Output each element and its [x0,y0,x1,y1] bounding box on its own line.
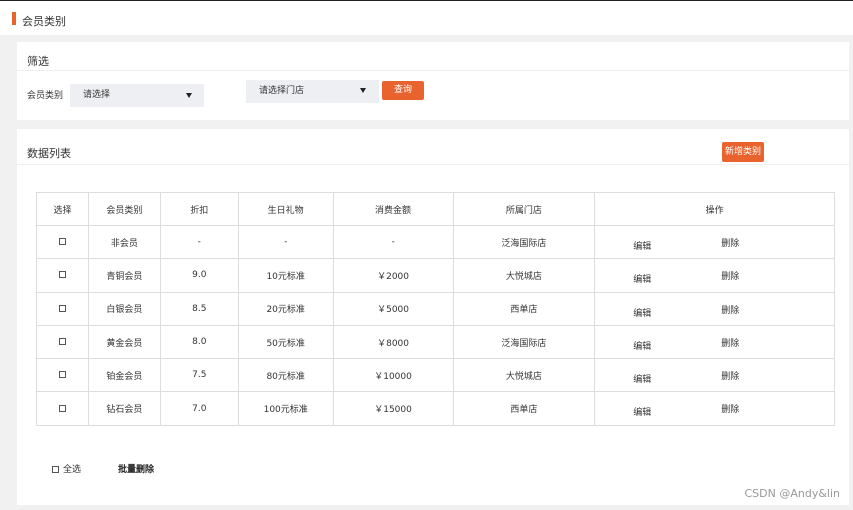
query-button[interactable]: 查询 [382,81,424,100]
edit-link[interactable]: 编辑 [633,306,651,319]
cell-amount: ￥5000 [332,291,454,326]
cell-amount: ￥10000 [332,358,454,393]
store-select-value: 请选择门店 [259,86,305,96]
row-checkbox[interactable] [58,271,66,279]
cell-store: 西单店 [452,391,596,426]
member-type-select-value: 请选择 [83,90,111,100]
delete-link[interactable]: 删除 [721,402,739,415]
column-header-amount: 消费金额 [332,192,454,226]
caret-down-icon [186,93,192,98]
table-header-row: 选择 会员类别 折扣 生日礼物 消费金额 所属门店 操作 [36,192,835,226]
cell-store: 泛海国际店 [452,224,596,260]
table-row: 非会员 - - - 泛海国际店 编辑 删除 [36,224,835,260]
cell-gift: 80元标准 [237,358,334,393]
table-row: 青铜会员 9.0 10元标准 ￥2000 大悦城店 编辑 删除 [36,258,835,293]
list-divider [17,164,849,165]
row-checkbox[interactable] [58,371,66,379]
select-all-checkbox[interactable] [52,466,59,473]
table-row: 钻石会员 7.0 100元标准 ￥15000 西单店 编辑 删除 [36,391,835,426]
row-checkbox[interactable] [58,404,66,412]
edit-link[interactable]: 编辑 [633,405,651,418]
delete-link[interactable]: 删除 [721,269,739,282]
cell-type: 白银会员 [87,291,161,326]
cell-discount: - [159,224,239,260]
add-category-button[interactable]: 新增类别 [722,142,764,162]
delete-link[interactable]: 删除 [721,369,739,382]
cell-amount: ￥15000 [332,391,454,426]
cell-store: 泛海国际店 [452,324,596,360]
cell-gift: 100元标准 [237,391,334,426]
edit-link[interactable]: 编辑 [633,239,651,252]
cell-discount: 7.5 [159,358,239,393]
cell-gift: - [237,224,334,260]
row-checkbox[interactable] [58,238,66,246]
list-panel: 数据列表 新增类别 选择 会员类别 折扣 生日礼物 消费金额 所属门店 操作 非… [17,129,849,505]
member-type-label: 会员类别 [27,91,64,101]
member-type-table: 选择 会员类别 折扣 生日礼物 消费金额 所属门店 操作 非会员 - - - 泛… [36,192,835,426]
column-header-gift: 生日礼物 [237,192,334,226]
cell-type: 铂金会员 [87,358,161,393]
list-title: 数据列表 [27,147,71,160]
table-row: 黄金会员 8.0 50元标准 ￥8000 泛海国际店 编辑 删除 [36,324,835,360]
column-header-discount: 折扣 [159,192,239,226]
filter-title: 筛选 [27,55,49,68]
delete-link[interactable]: 删除 [721,303,739,316]
cell-gift: 20元标准 [237,291,334,326]
row-checkbox[interactable] [58,304,66,312]
cell-type: 非会员 [87,224,161,260]
edit-link[interactable]: 编辑 [633,339,651,352]
column-header-type: 会员类别 [87,192,161,226]
cell-amount: - [332,224,454,260]
row-checkbox[interactable] [58,338,66,346]
delete-link[interactable]: 删除 [721,336,739,349]
cell-type: 钻石会员 [87,391,161,426]
table-row: 铂金会员 7.5 80元标准 ￥10000 大悦城店 编辑 删除 [36,358,835,393]
cell-gift: 50元标准 [237,324,334,360]
cell-gift: 10元标准 [237,258,334,293]
column-header-store: 所属门店 [452,192,596,226]
store-select[interactable]: 请选择门店 [246,80,379,103]
caret-down-icon [360,88,366,93]
edit-link[interactable]: 编辑 [633,272,651,285]
title-accent-bar [12,12,16,25]
cell-discount: 7.0 [159,391,239,426]
page-header: 会员类别 [0,0,853,35]
column-header-select: 选择 [36,192,89,226]
cell-store: 大悦城店 [452,358,596,393]
cell-type: 青铜会员 [87,258,161,293]
delete-link[interactable]: 删除 [721,236,739,249]
member-type-select[interactable]: 请选择 [70,84,204,107]
edit-link[interactable]: 编辑 [633,372,651,385]
cell-amount: ￥8000 [332,324,454,360]
cell-store: 大悦城店 [452,258,596,293]
column-header-actions: 操作 [594,192,835,226]
cell-discount: 9.0 [159,258,239,293]
cell-store: 西单店 [452,291,596,326]
filter-panel: 筛选 会员类别 请选择 请选择门店 查询 [17,42,849,120]
cell-type: 黄金会员 [87,324,161,360]
cell-discount: 8.5 [159,291,239,326]
batch-delete-button[interactable]: 批量删除 [118,462,154,475]
select-all-control[interactable]: 全选 [52,462,81,475]
select-all-label: 全选 [63,465,82,475]
cell-discount: 8.0 [159,324,239,360]
cell-amount: ￥2000 [332,258,454,293]
filter-divider [17,70,849,71]
table-row: 白银会员 8.5 20元标准 ￥5000 西单店 编辑 删除 [36,291,835,326]
page-title: 会员类别 [22,15,66,28]
watermark: CSDN @Andy&lin [744,487,840,500]
